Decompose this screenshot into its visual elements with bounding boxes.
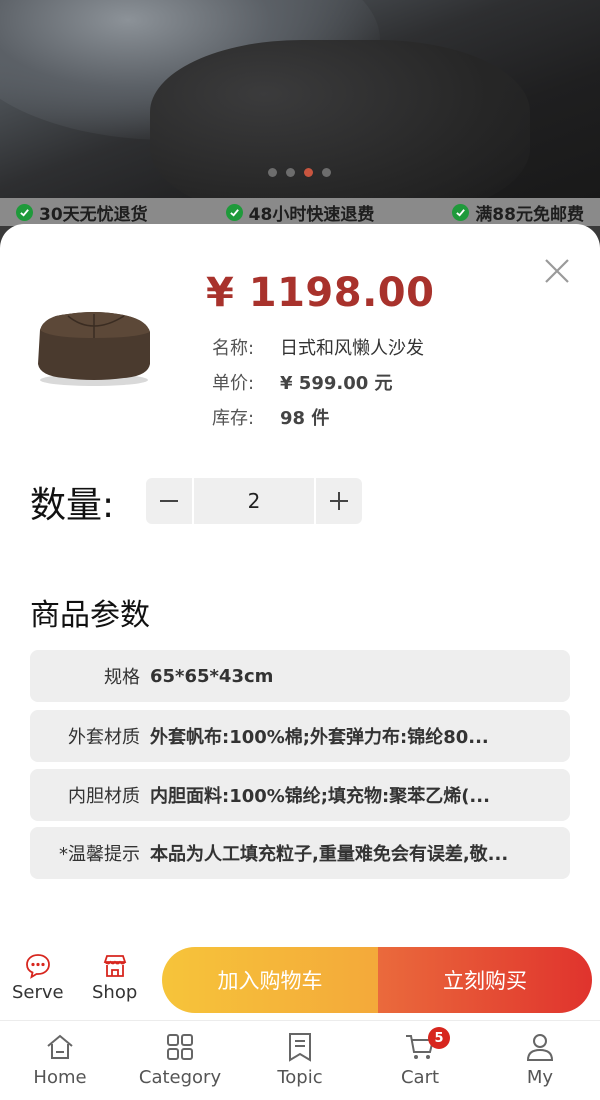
minus-icon bbox=[160, 500, 178, 502]
chat-icon bbox=[25, 954, 50, 979]
tab-cart[interactable]: 5 Cart bbox=[360, 1021, 480, 1100]
param-key: 规格 bbox=[104, 667, 140, 688]
guarantee-text: 满88元免邮费 bbox=[475, 204, 584, 225]
carousel-dots bbox=[268, 168, 331, 177]
tab-my[interactable]: My bbox=[480, 1021, 600, 1100]
check-icon bbox=[452, 203, 470, 221]
param-row: 规格 65*65*43cm bbox=[30, 650, 570, 702]
increase-button[interactable] bbox=[316, 478, 362, 524]
unit-price-row: 单价: ¥ 599.00 元 bbox=[212, 369, 393, 395]
tab-topic[interactable]: Topic bbox=[240, 1021, 360, 1100]
param-key: 内胆材质 bbox=[68, 786, 140, 807]
product-banner-image[interactable] bbox=[0, 0, 600, 198]
param-value: 外套帆布:100%棉;外套弹力布:锦纶80... bbox=[150, 727, 489, 748]
carousel-dot[interactable] bbox=[322, 168, 331, 177]
quantity-label: 数量: bbox=[30, 485, 115, 526]
guarantee-item: 30天无忧退货 bbox=[16, 200, 148, 225]
param-row: *温馨提示 本品为人工填充粒子,重量难免会有误差,敬... bbox=[30, 827, 570, 879]
guarantee-item: 满88元免邮费 bbox=[452, 200, 584, 225]
quantity-input[interactable]: 2 bbox=[194, 478, 314, 524]
user-icon bbox=[526, 1034, 554, 1061]
product-name: 日式和风懒人沙发 bbox=[280, 338, 424, 359]
total-price: ¥ 1198.00 bbox=[206, 270, 435, 316]
guarantee-text: 48小时快速退费 bbox=[248, 204, 375, 225]
shop-button[interactable]: Shop bbox=[92, 952, 137, 1003]
name-label: 名称: bbox=[212, 338, 255, 359]
unit-price: ¥ 599.00 元 bbox=[280, 373, 393, 394]
product-name-row: 名称: 日式和风懒人沙发 bbox=[212, 334, 424, 360]
guarantee-text: 30天无忧退货 bbox=[39, 204, 148, 225]
cart-badge: 5 bbox=[428, 1027, 450, 1049]
param-key: 外套材质 bbox=[68, 727, 140, 748]
banner-shape bbox=[150, 40, 530, 198]
check-icon bbox=[16, 203, 33, 221]
tab-label: Cart bbox=[400, 1067, 440, 1088]
serve-label: Serve bbox=[12, 982, 64, 1003]
carousel-dot[interactable] bbox=[286, 168, 295, 177]
tab-category[interactable]: Category bbox=[120, 1021, 240, 1100]
purchase-action-bar: Serve Shop 加入购物车 立刻购买 bbox=[0, 944, 600, 1020]
carousel-dot-active[interactable] bbox=[304, 168, 313, 177]
serve-button[interactable]: Serve bbox=[12, 952, 64, 1003]
param-row: 外套材质 外套帆布:100%棉;外套弹力布:锦纶80... bbox=[30, 710, 570, 762]
check-icon bbox=[225, 203, 243, 221]
tab-label: Home bbox=[33, 1067, 87, 1088]
category-icon bbox=[167, 1034, 193, 1060]
stock-row: 库存: 98 件 bbox=[212, 404, 329, 430]
unit-price-label: 单价: bbox=[212, 373, 255, 394]
shop-icon bbox=[103, 955, 126, 977]
tab-label: Category bbox=[138, 1067, 222, 1088]
quantity-stepper: 2 bbox=[146, 478, 362, 524]
buy-now-button[interactable]: 立刻购买 bbox=[378, 947, 592, 1013]
guarantee-item: 48小时快速退费 bbox=[225, 200, 375, 225]
carousel-dot[interactable] bbox=[268, 168, 277, 177]
params-title: 商品参数 bbox=[30, 598, 150, 633]
add-to-cart-button[interactable]: 加入购物车 bbox=[162, 947, 378, 1013]
param-value: 本品为人工填充粒子,重量难免会有误差,敬... bbox=[150, 844, 509, 865]
shop-label: Shop bbox=[92, 982, 138, 1003]
topic-icon bbox=[289, 1033, 311, 1062]
param-row: 内胆材质 内胆面料:100%锦纶;填充物:聚苯乙烯(... bbox=[30, 769, 570, 821]
param-value: 内胆面料:100%锦纶;填充物:聚苯乙烯(... bbox=[150, 786, 490, 807]
param-value: 65*65*43cm bbox=[150, 665, 274, 687]
close-icon[interactable] bbox=[542, 256, 572, 286]
guarantee-strip: 30天无忧退货 48小时快速退费 满88元免邮费 bbox=[0, 198, 600, 226]
sku-selector-sheet: ¥ 1198.00 名称: 日式和风懒人沙发 单价: ¥ 599.00 元 库存… bbox=[0, 224, 600, 1020]
decrease-button[interactable] bbox=[146, 478, 192, 524]
tab-home[interactable]: Home bbox=[0, 1021, 120, 1100]
product-thumbnail bbox=[28, 302, 158, 392]
stock-label: 库存: bbox=[212, 408, 255, 429]
plus-icon bbox=[330, 492, 348, 510]
home-icon bbox=[47, 1034, 73, 1059]
tab-label: My bbox=[526, 1067, 554, 1088]
stock-count: 98 件 bbox=[280, 408, 330, 429]
bottom-tab-bar: Home Category Topic 5 Cart My bbox=[0, 1020, 600, 1100]
param-key: *温馨提示 bbox=[59, 844, 140, 865]
tab-label: Topic bbox=[277, 1067, 323, 1088]
